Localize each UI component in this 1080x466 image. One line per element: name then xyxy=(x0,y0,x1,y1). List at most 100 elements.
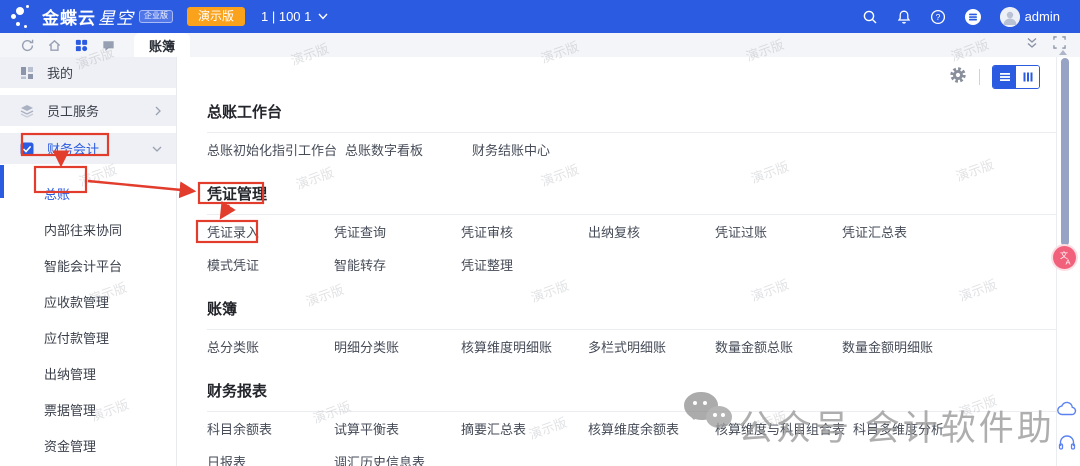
kingdee-logo: 金蝶云 星空 企业版 xyxy=(10,4,173,30)
layers-icon xyxy=(20,104,34,118)
sidebar-group-label: 我的 xyxy=(47,63,73,82)
org-selector[interactable]: 1 | 100 1 xyxy=(261,9,328,24)
chevron-right-icon xyxy=(154,106,162,116)
chevron-down-icon xyxy=(318,13,328,20)
sidebar-group-employee-services[interactable]: 员工服务 xyxy=(0,95,176,126)
sync-icon[interactable] xyxy=(20,38,35,53)
kingdee-cloud-app: 金蝶云 星空 企业版 演示版 1 | 100 1 ? admin xyxy=(0,0,1080,466)
headset-float-button[interactable] xyxy=(1058,434,1076,456)
sidebar-group-financial-accounting[interactable]: 财务会计 xyxy=(0,133,176,164)
cloud-float-button[interactable] xyxy=(1057,400,1077,421)
checkbox-checked-icon xyxy=(20,142,34,156)
divider xyxy=(979,69,980,85)
app-header: 金蝶云 星空 企业版 演示版 1 | 100 1 ? admin xyxy=(0,0,1080,33)
menu-link[interactable]: 凭证录入 xyxy=(207,222,334,241)
sidebar-item[interactable]: 资金管理 xyxy=(0,429,176,465)
sidebar-item[interactable]: 票据管理 xyxy=(0,393,176,429)
section-title: 凭证管理 xyxy=(207,185,1070,205)
search-icon[interactable] xyxy=(862,9,878,25)
link-row: 日报表调汇历史信息表 xyxy=(207,445,1070,466)
menu-link[interactable]: 智能转存 xyxy=(334,255,461,274)
content-controls xyxy=(949,65,1040,89)
menu-link[interactable]: 出纳复核 xyxy=(588,222,715,241)
content-section: 总账工作台总账初始化指引工作台总账数字看板财务结账中心 xyxy=(207,103,1070,166)
svg-text:?: ? xyxy=(935,12,940,22)
sidebar-item[interactable]: 内部往来协同 xyxy=(0,213,176,249)
section-title: 财务报表 xyxy=(207,382,1070,402)
menu-link[interactable]: 试算平衡表 xyxy=(334,419,461,438)
home-icon[interactable] xyxy=(47,38,62,53)
menu-link[interactable]: 凭证整理 xyxy=(461,255,588,274)
chevron-down-icon xyxy=(152,145,162,153)
link-row: 总分类账明细分类账核算维度明细账多栏式明细账数量金额总账数量金额明细账 xyxy=(207,330,1070,363)
content-section: 财务报表科目余额表试算平衡表摘要汇总表核算维度余额表核算维度与科目组合表科目多维… xyxy=(207,382,1070,466)
org-selector-label: 1 | 100 1 xyxy=(261,9,311,24)
menu-link[interactable]: 科目多维度分析 xyxy=(853,419,980,438)
menu-link[interactable]: 核算维度明细账 xyxy=(461,337,588,356)
sidebar: 我的 员工服务 财务会计 总账内部往来协同智能会计平台应收款管理应付款管理出纳管… xyxy=(0,57,177,466)
menu-link[interactable]: 数量金额明细账 xyxy=(842,337,969,356)
sidebar-group-mine[interactable]: 我的 xyxy=(0,57,176,88)
menu-link[interactable]: 凭证过账 xyxy=(715,222,842,241)
menu-link[interactable]: 凭证审核 xyxy=(461,222,588,241)
column-view-icon[interactable] xyxy=(1016,66,1039,88)
menu-link[interactable]: 财务结账中心 xyxy=(472,140,599,159)
menu-pill-icon[interactable] xyxy=(964,8,982,26)
menu-link[interactable]: 日报表 xyxy=(207,452,334,466)
link-row: 模式凭证智能转存凭证整理 xyxy=(207,248,1070,281)
tab-ledger[interactable]: 账簿 xyxy=(134,33,190,57)
menu-link[interactable]: 科目余额表 xyxy=(207,419,334,438)
collapse-chevrons-icon[interactable] xyxy=(1025,36,1039,55)
apps-grid-icon[interactable] xyxy=(74,38,89,53)
menu-link[interactable]: 模式凭证 xyxy=(207,255,334,274)
notification-bell-icon[interactable] xyxy=(896,9,912,25)
menu-link[interactable]: 多栏式明细账 xyxy=(588,337,715,356)
menu-link[interactable]: 核算维度余额表 xyxy=(588,419,715,438)
section-title: 账簿 xyxy=(207,300,1070,320)
tab-bar: 账簿 xyxy=(0,33,1080,58)
sidebar-item[interactable]: 应付款管理 xyxy=(0,321,176,357)
my-workbench-icon xyxy=(20,66,34,80)
section-title: 总账工作台 xyxy=(207,103,1070,123)
edition-badge: 企业版 xyxy=(139,10,173,23)
menu-link[interactable]: 总账数字看板 xyxy=(345,140,472,159)
active-item-indicator xyxy=(0,165,4,198)
message-icon[interactable] xyxy=(101,38,116,53)
menu-link[interactable]: 数量金额总账 xyxy=(715,337,842,356)
sidebar-group-label: 员工服务 xyxy=(47,101,99,120)
menu-link[interactable]: 总分类账 xyxy=(207,337,334,356)
kingdee-logo-icon xyxy=(10,4,36,30)
username-label[interactable]: admin xyxy=(1025,9,1060,24)
menu-link[interactable]: 总账初始化指引工作台 xyxy=(207,140,345,159)
product-name-light: 星空 xyxy=(98,4,134,29)
menu-link[interactable]: 明细分类账 xyxy=(334,337,461,356)
menu-link[interactable]: 核算维度与科目组合表 xyxy=(715,419,853,438)
help-icon[interactable]: ? xyxy=(930,9,946,25)
sidebar-submenu: 总账内部往来协同智能会计平台应收款管理应付款管理出纳管理票据管理资金管理 xyxy=(0,171,176,465)
product-name-bold: 金蝶云 xyxy=(42,4,96,29)
menu-link[interactable]: 凭证查询 xyxy=(334,222,461,241)
sidebar-item[interactable]: 应收款管理 xyxy=(0,285,176,321)
menu-link[interactable]: 调汇历史信息表 xyxy=(334,452,461,466)
link-row: 科目余额表试算平衡表摘要汇总表核算维度余额表核算维度与科目组合表科目多维度分析 xyxy=(207,412,1070,445)
main-content: 总账工作台总账初始化指引工作台总账数字看板财务结账中心凭证管理凭证录入凭证查询凭… xyxy=(177,57,1080,466)
sidebar-item[interactable]: 出纳管理 xyxy=(0,357,176,393)
app-body: 我的 员工服务 财务会计 总账内部往来协同智能会计平台应收款管理应付款管理出纳管… xyxy=(0,57,1080,466)
menu-link[interactable]: 摘要汇总表 xyxy=(461,419,588,438)
content-section: 凭证管理凭证录入凭证查询凭证审核出纳复核凭证过账凭证汇总表模式凭证智能转存凭证整… xyxy=(207,185,1070,281)
scrollbar-thumb[interactable] xyxy=(1061,58,1069,246)
sidebar-item[interactable]: 总账 xyxy=(0,177,176,213)
gear-icon[interactable] xyxy=(949,66,967,89)
sidebar-item[interactable]: 智能会计平台 xyxy=(0,249,176,285)
sidebar-group-label: 财务会计 xyxy=(47,139,99,158)
scrollbar-up-arrow[interactable] xyxy=(1059,50,1067,55)
content-section: 账簿总分类账明细分类账核算维度明细账多栏式明细账数量金额总账数量金额明细账 xyxy=(207,300,1070,363)
translate-float-button[interactable]: 文A xyxy=(1053,246,1076,269)
link-row: 凭证录入凭证查询凭证审核出纳复核凭证过账凭证汇总表 xyxy=(207,215,1070,248)
view-toggle[interactable] xyxy=(992,65,1040,89)
list-view-icon[interactable] xyxy=(993,66,1016,88)
user-avatar[interactable] xyxy=(1000,7,1020,27)
demo-version-badge[interactable]: 演示版 xyxy=(187,7,245,26)
link-row: 总账初始化指引工作台总账数字看板财务结账中心 xyxy=(207,133,1070,166)
menu-link[interactable]: 凭证汇总表 xyxy=(842,222,969,241)
